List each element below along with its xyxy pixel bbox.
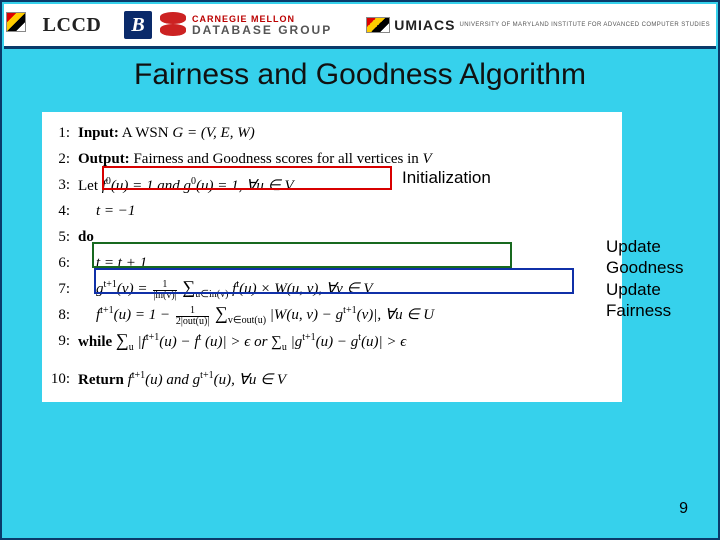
algo-line-10: 10: Return ft+1(u) and gt+1(u), ∀u ∈ V (44, 366, 620, 392)
slide-title: Fairness and Goodness Algorithm (2, 58, 718, 92)
annotation-initialization: Initialization (402, 168, 491, 188)
umiacs-subtext: UNIVERSITY OF MARYLAND INSTITUTE FOR ADV… (460, 22, 711, 28)
annotation-update-fairness: Update Fairness (606, 279, 716, 322)
umiacs-logo: UMIACS UNIVERSITY OF MARYLAND INSTITUTE … (366, 17, 716, 33)
cmu-line2: DATABASE GROUP (192, 24, 332, 36)
annotation-updates: Update Goodness Update Fairness (606, 236, 716, 321)
lccd-text: LCCD (43, 14, 102, 37)
database-icon (160, 10, 186, 40)
update-goodness-highlight-box (92, 242, 512, 268)
lccd-logo: LCCD (8, 8, 116, 42)
algo-line-8: 8: ft+1(u) = 1 − 12|out(u)| ∑v∈out(u) |W… (44, 302, 620, 328)
page-number: 9 (679, 500, 688, 518)
b-logo: B (124, 11, 152, 39)
header-bar: LCCD B CARNEGIE MELLON DATABASE GROUP UM… (4, 4, 716, 49)
algo-line-1: 1: Input: A WSN G = (V, E, W) (44, 120, 620, 146)
umiacs-text: UMIACS (394, 17, 455, 33)
initialization-highlight-box (102, 166, 392, 190)
algo-line-4: 4: t = −1 (44, 198, 620, 224)
cmu-db-logo: CARNEGIE MELLON DATABASE GROUP (160, 8, 332, 42)
annotation-update-goodness: Update Goodness (606, 236, 716, 279)
maryland-flag-icon (366, 17, 390, 33)
update-fairness-highlight-box (94, 268, 574, 294)
algo-line-9: 9: while ∑u |ft+1(u) − ft (u)| > ϵ or ∑u… (44, 328, 620, 354)
